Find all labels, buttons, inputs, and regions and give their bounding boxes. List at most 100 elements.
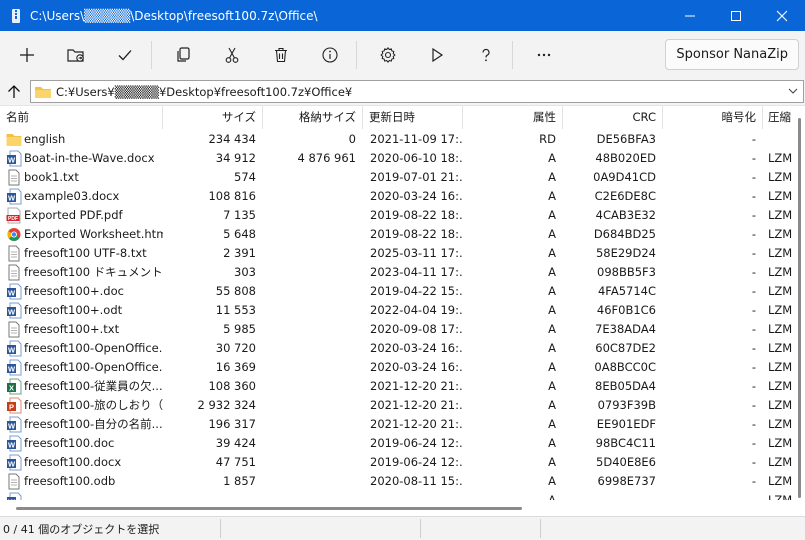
close-button[interactable] bbox=[759, 0, 805, 31]
file-row[interactable]: W Boat-in-the-Wave.docx 34 912 4 876 961 202… bbox=[0, 149, 792, 168]
file-attributes: A bbox=[548, 227, 556, 241]
file-row[interactable]: Wexample03.docx 108 816 2020-03-24 16:... A… bbox=[0, 187, 792, 206]
column-header-packed-size[interactable]: 格納サイズ bbox=[263, 106, 363, 129]
file-row[interactable]: freesoft100+.txt 5 985 2020-09-08 17:... A 7… bbox=[0, 320, 792, 339]
nanazip-app-icon bbox=[6, 6, 26, 26]
sponsor-button[interactable]: Sponsor NanaZip bbox=[665, 39, 799, 70]
file-name: freesoft100-OpenOffice... bbox=[24, 341, 163, 355]
file-packed-size bbox=[263, 263, 363, 282]
toolbar-separator bbox=[512, 41, 513, 69]
file-row[interactable]: Pfreesoft100-旅のしおり（... 2 932 324 2021-12-2… bbox=[0, 396, 792, 415]
file-list[interactable]: 名前 サイズ 格納サイズ 更新日時 属性 CRC 暗号化 圧縮 english 2… bbox=[0, 105, 805, 516]
file-method: LZM bbox=[768, 189, 793, 203]
file-row[interactable]: english 234 434 0 2021-11-09 17:... RD DE56BF… bbox=[0, 130, 780, 149]
column-header-crc[interactable]: CRC bbox=[563, 106, 663, 129]
file-row[interactable]: freesoft100 ドキュメント.txt 303 2023-04-11 17:.… bbox=[0, 263, 792, 282]
file-encrypted: - bbox=[751, 151, 756, 165]
maximize-button[interactable] bbox=[713, 0, 759, 31]
file-size: 5 648 bbox=[223, 227, 256, 241]
file-modified: 2020-03-24 16:... bbox=[370, 341, 463, 355]
file-row[interactable]: freesoft100 UTF-8.txt 2 391 2025-03-11 17:… bbox=[0, 244, 792, 263]
add-button[interactable] bbox=[5, 37, 49, 73]
horizontal-scroll-thumb[interactable] bbox=[16, 507, 522, 510]
file-name: freesoft100-OpenOffice... bbox=[24, 360, 163, 374]
file-packed-size bbox=[263, 358, 363, 377]
vertical-scroll-thumb[interactable] bbox=[798, 118, 801, 498]
more-button[interactable] bbox=[522, 37, 566, 73]
file-modified: 2022-04-04 19:... bbox=[370, 303, 463, 317]
vertical-scrollbar[interactable] bbox=[793, 106, 805, 516]
file-crc: 48B020ED bbox=[595, 151, 656, 165]
up-folder-button[interactable] bbox=[1, 80, 27, 104]
file-name: freesoft100 UTF-8.txt bbox=[24, 246, 147, 260]
file-attributes: A bbox=[548, 246, 556, 260]
run-button[interactable] bbox=[415, 37, 459, 73]
file-attributes: A bbox=[548, 436, 556, 450]
file-rows: english 234 434 0 2021-11-09 17:... RD DE56BF… bbox=[0, 130, 792, 510]
file-modified: 2021-12-20 21:... bbox=[370, 417, 463, 431]
copy-button[interactable] bbox=[161, 37, 205, 73]
file-modified: 2019-06-24 12:... bbox=[370, 455, 463, 469]
test-button[interactable] bbox=[103, 37, 147, 73]
file-row[interactable]: book1.txt 574 2019-07-01 21:... A 0A9D41CD - L… bbox=[0, 168, 792, 187]
file-row[interactable]: PDF Exported PDF.pdf 7 135 2019-08-22 18:..… bbox=[0, 206, 792, 225]
close-icon bbox=[776, 10, 788, 21]
info-button[interactable] bbox=[308, 37, 352, 73]
file-encrypted: - bbox=[751, 284, 756, 298]
file-attributes: A bbox=[548, 341, 556, 355]
file-size: 108 816 bbox=[208, 189, 256, 203]
address-bar[interactable]: C:¥Users¥▒▒▒▒▒¥Desktop¥freesoft100.7z¥Of… bbox=[30, 80, 804, 103]
file-method bbox=[763, 130, 793, 149]
delete-button[interactable] bbox=[259, 37, 303, 73]
settings-button[interactable] bbox=[366, 37, 410, 73]
file-row[interactable]: Xfreesoft100-従業員の欠... 108 360 2021-12-20 2… bbox=[0, 377, 792, 396]
file-crc: 98BC4C11 bbox=[595, 436, 656, 450]
horizontal-scrollbar[interactable] bbox=[0, 500, 793, 516]
file-encrypted: - bbox=[751, 436, 756, 450]
move-button[interactable] bbox=[210, 37, 254, 73]
file-name: example03.docx bbox=[24, 189, 120, 203]
file-packed-size bbox=[263, 301, 363, 320]
file-row[interactable]: Wfreesoft100-OpenOffice... 16 369 2020-03-… bbox=[0, 358, 792, 377]
chevron-down-icon[interactable] bbox=[787, 85, 799, 97]
address-row: C:¥Users¥▒▒▒▒▒¥Desktop¥freesoft100.7z¥Of… bbox=[0, 79, 805, 105]
file-row[interactable]: Wfreesoft100-OpenOffice... 30 720 2020-03-… bbox=[0, 339, 792, 358]
file-method: LZM bbox=[768, 246, 793, 260]
extract-icon bbox=[67, 49, 84, 62]
file-row[interactable]: Wfreesoft100.docx 47 751 2019-06-24 12:...… bbox=[0, 453, 792, 472]
file-encrypted: - bbox=[751, 208, 756, 222]
file-modified: 2021-12-20 21:... bbox=[370, 398, 463, 412]
column-header-attributes[interactable]: 属性 bbox=[463, 106, 563, 129]
file-row[interactable]: Wfreesoft100-自分の名前... 196 317 2021-12-20 2… bbox=[0, 415, 792, 434]
file-modified: 2020-08-11 15:... bbox=[370, 474, 463, 488]
extract-button[interactable] bbox=[54, 37, 98, 73]
file-method: LZM bbox=[768, 322, 793, 336]
file-packed-size bbox=[263, 225, 363, 244]
column-header-modified[interactable]: 更新日時 bbox=[363, 106, 463, 129]
file-size: 55 808 bbox=[215, 284, 256, 298]
file-crc: D684BD25 bbox=[593, 227, 656, 241]
file-packed-size bbox=[263, 453, 363, 472]
file-method: LZM bbox=[768, 360, 793, 374]
file-modified: 2025-03-11 17:... bbox=[370, 246, 463, 260]
file-name: Exported Worksheet.html bbox=[24, 227, 163, 241]
more-icon bbox=[537, 53, 551, 57]
title-bar: C:\Users\▒▒▒▒▒\Desktop\freesoft100.7z\Of… bbox=[0, 0, 805, 31]
minimize-button[interactable] bbox=[667, 0, 713, 31]
status-divider bbox=[220, 519, 221, 538]
column-header-encrypted[interactable]: 暗号化 bbox=[663, 106, 763, 129]
file-crc: 0A9D41CD bbox=[593, 170, 656, 184]
file-row[interactable]: Wfreesoft100+.doc 55 808 2019-04-22 15:...… bbox=[0, 282, 792, 301]
file-attributes: A bbox=[548, 284, 556, 298]
column-header-size[interactable]: サイズ bbox=[163, 106, 263, 129]
help-button[interactable] bbox=[464, 37, 508, 73]
file-packed-size bbox=[263, 206, 363, 225]
file-row[interactable]: Exported Worksheet.html 5 648 2019-08-22 1… bbox=[0, 225, 792, 244]
file-attributes: A bbox=[548, 474, 556, 488]
file-crc: DE56BFA3 bbox=[596, 132, 656, 146]
file-size: 234 434 bbox=[208, 132, 256, 146]
file-row[interactable]: Wfreesoft100.doc 39 424 2019-06-24 12:... A… bbox=[0, 434, 792, 453]
file-row[interactable]: freesoft100.odb 1 857 2020-08-11 15:... A 69… bbox=[0, 472, 792, 491]
file-row[interactable]: Wfreesoft100+.odt 11 553 2022-04-04 19:...… bbox=[0, 301, 792, 320]
column-header-name[interactable]: 名前 bbox=[0, 106, 163, 129]
